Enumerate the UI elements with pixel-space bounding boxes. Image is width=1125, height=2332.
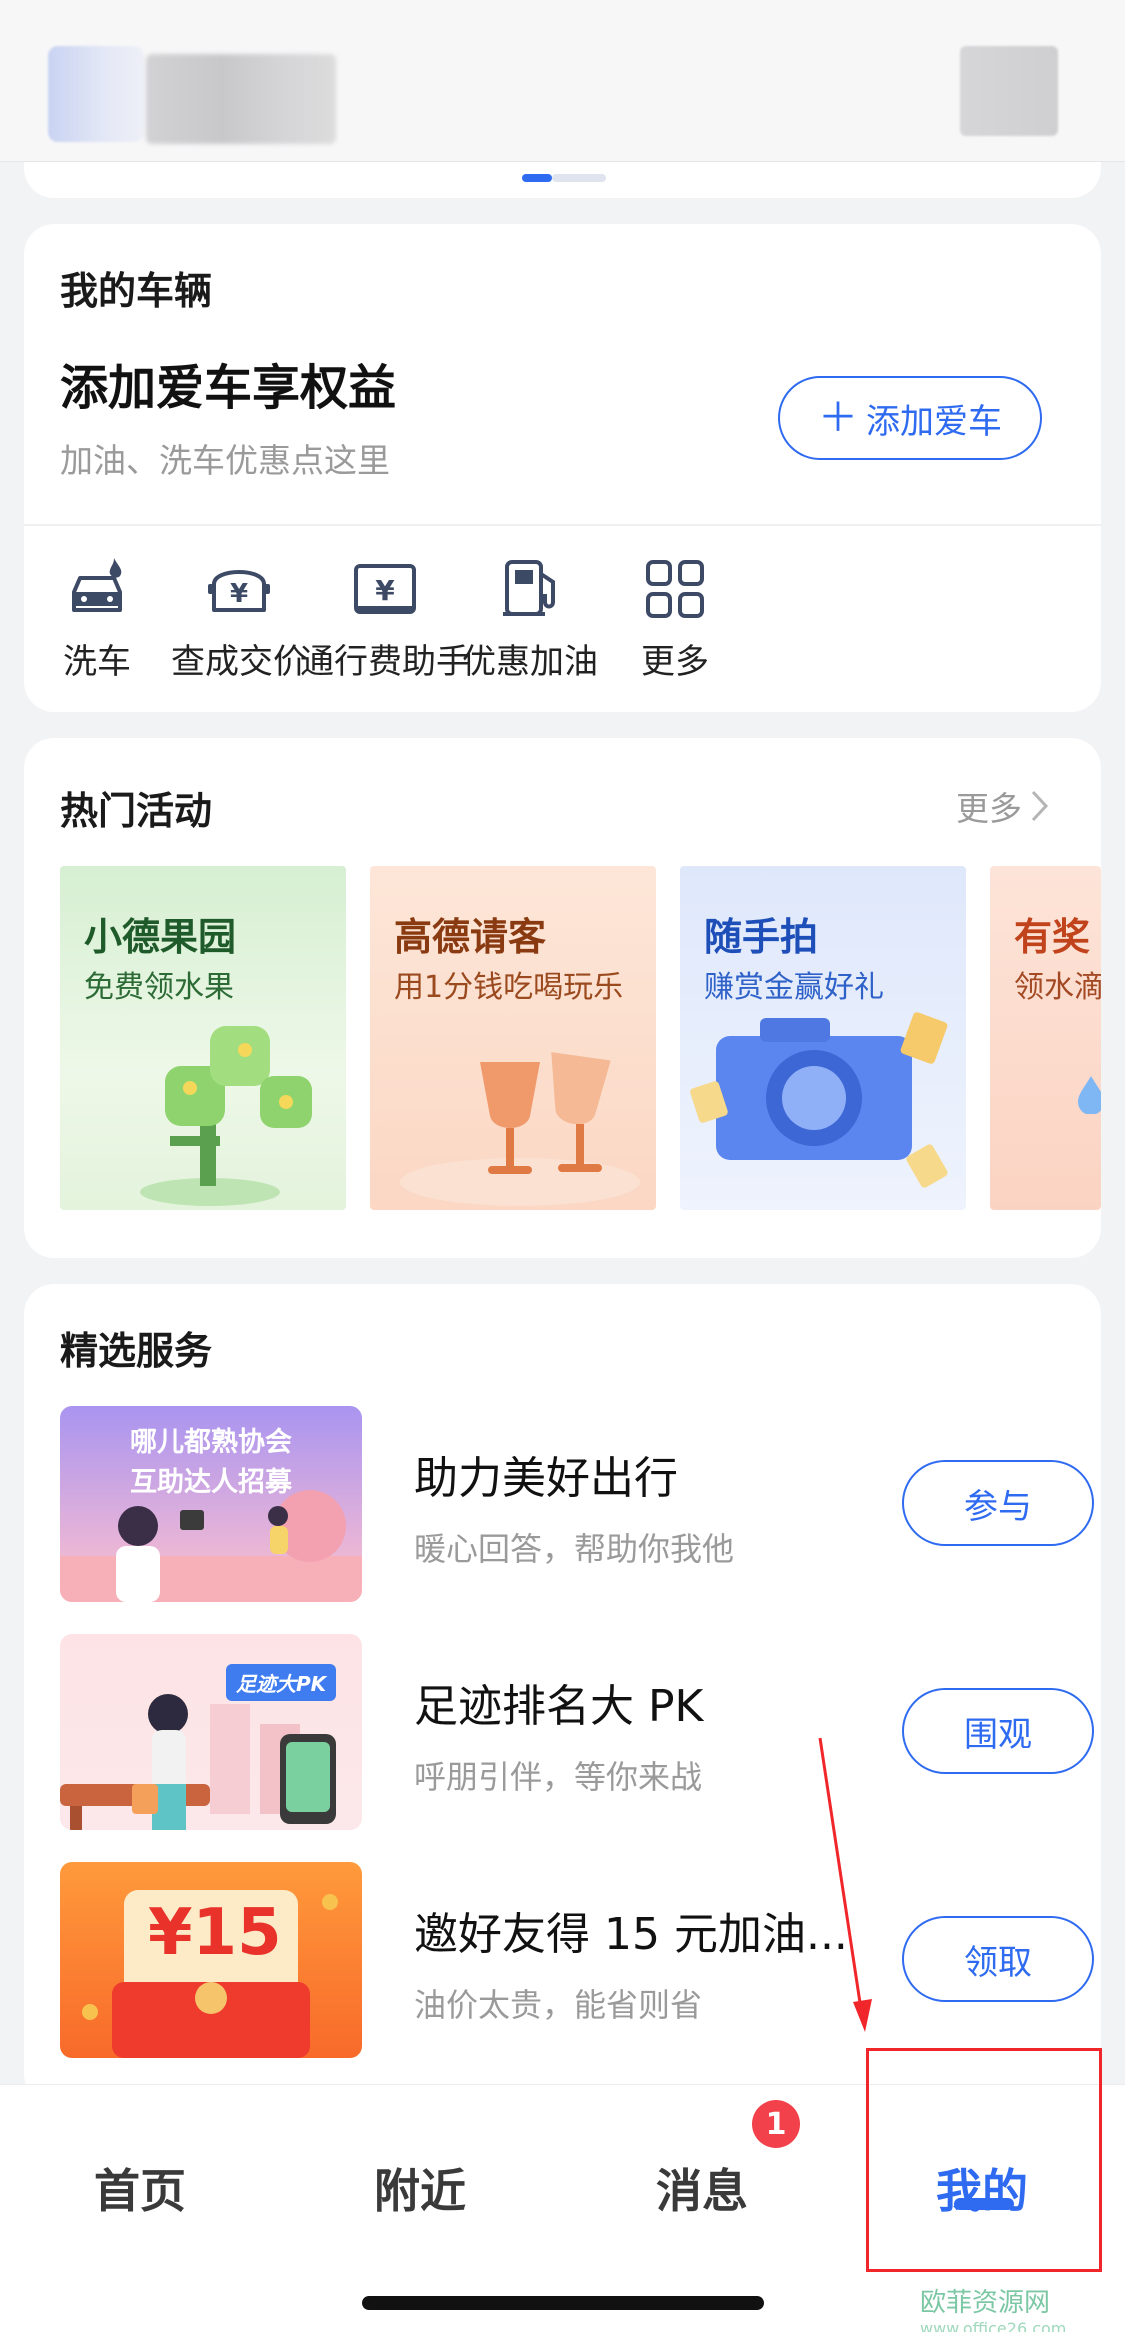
watermark-url: www.office26.com	[920, 2319, 1067, 2332]
watermark-text: 欧菲资源网	[920, 2288, 1051, 2318]
watermark: 欧菲资源网 www.office26.com	[920, 2282, 1066, 2332]
annotation-arrow	[818, 1737, 872, 2032]
